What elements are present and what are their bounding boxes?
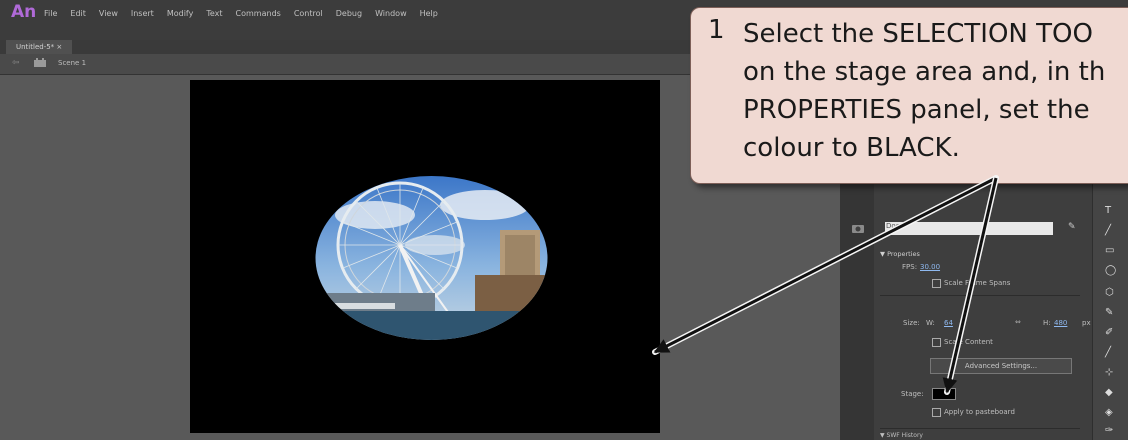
height-value[interactable]: 480 (1054, 319, 1067, 327)
width-label: W: (926, 319, 935, 327)
polystar-tool-icon[interactable]: ⬡ (1105, 287, 1114, 298)
menu-debug[interactable]: Debug (336, 9, 362, 18)
document-name-field[interactable] (885, 222, 1053, 235)
ink-bottle-tool-icon[interactable]: ◈ (1105, 407, 1113, 418)
height-label: H: (1043, 319, 1051, 327)
width-value[interactable]: 64 (944, 319, 953, 327)
rectangle-tool-icon[interactable]: ▭ (1105, 245, 1114, 256)
menu-insert[interactable]: Insert (131, 9, 154, 18)
apply-pasteboard-checkbox[interactable] (932, 408, 941, 417)
menu-commands[interactable]: Commands (236, 9, 281, 18)
stage-color-swatch[interactable] (932, 388, 956, 400)
text-tool-icon[interactable]: T (1105, 205, 1111, 216)
bone-tool-icon[interactable]: ⊹ (1105, 367, 1113, 378)
eyedropper-icon[interactable]: ✎ (1068, 222, 1076, 232)
size-label: Size: (903, 319, 920, 327)
divider (880, 428, 1080, 429)
eyedropper-tool-icon[interactable]: ✑ (1105, 425, 1113, 436)
document-tab[interactable]: Untitled-5* × (6, 40, 73, 54)
app-logo: An (11, 2, 37, 22)
callout-step-number: 1 (708, 15, 725, 45)
swf-history-header[interactable]: ▼ SWF History (880, 432, 923, 439)
scene-icon (34, 58, 46, 67)
menu-control[interactable]: Control (294, 9, 323, 18)
oval-photo[interactable] (315, 175, 548, 341)
pencil-tool-icon[interactable]: ✎ (1105, 307, 1113, 318)
link-dimensions-icon[interactable]: ⇔ (1015, 318, 1021, 326)
scene-label[interactable]: Scene 1 (58, 59, 86, 67)
divider (880, 295, 1080, 296)
apply-pasteboard-label: Apply to pasteboard (944, 408, 1015, 416)
scale-spans-checkbox[interactable] (932, 279, 941, 288)
paint-bucket-tool-icon[interactable]: ◆ (1105, 387, 1113, 398)
menu-file[interactable]: File (44, 9, 57, 18)
menu-view[interactable]: View (99, 9, 118, 18)
back-arrow-icon[interactable]: ⇦ (12, 58, 20, 68)
menu-edit[interactable]: Edit (70, 9, 86, 18)
brush-tool-icon[interactable]: ✐ (1105, 327, 1113, 338)
unit-label: px (1082, 319, 1091, 327)
paint-brush-tool-icon[interactable]: ╱ (1105, 347, 1111, 358)
line-tool-icon[interactable]: ╱ (1105, 225, 1111, 236)
menu-window[interactable]: Window (375, 9, 407, 18)
camera-icon[interactable] (851, 223, 865, 233)
scale-content-label: Scale Content (944, 338, 993, 346)
menu-text[interactable]: Text (206, 9, 222, 18)
menu-help[interactable]: Help (420, 9, 438, 18)
fps-label: FPS: (902, 263, 918, 271)
menu-modify[interactable]: Modify (167, 9, 194, 18)
doc-label: Doc (886, 222, 900, 230)
scale-spans-label: Scale Frame Spans (944, 279, 1011, 287)
properties-section-header[interactable]: ▼ Properties (880, 250, 920, 258)
oval-tool-icon[interactable]: ◯ (1105, 265, 1116, 276)
stage-color-label: Stage: (901, 390, 924, 398)
callout-text: Select the SELECTION TOO on the stage ar… (743, 19, 1106, 163)
fps-value[interactable]: 30.00 (920, 263, 940, 271)
advanced-settings-button[interactable]: Advanced Settings... (930, 358, 1072, 374)
main-menu: File Edit View Insert Modify Text Comman… (44, 9, 451, 18)
scale-content-checkbox[interactable] (932, 338, 941, 347)
